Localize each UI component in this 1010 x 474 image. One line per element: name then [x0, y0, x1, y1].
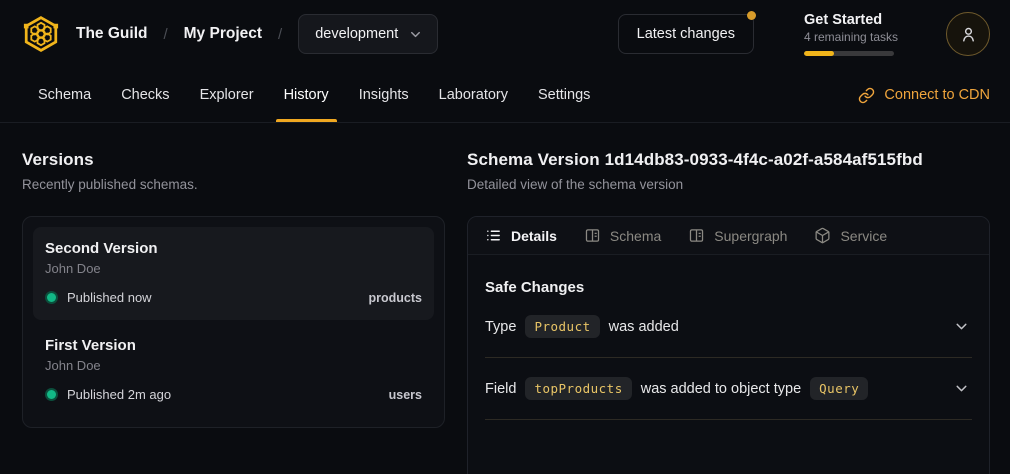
version-list-item[interactable]: Second Version John Doe Published now pr… [33, 227, 434, 320]
tab-details[interactable]: Details [485, 227, 557, 244]
notification-dot [747, 11, 756, 20]
versions-panel: Versions Recently published schemas. Sec… [22, 150, 445, 474]
version-name: First Version [45, 337, 422, 354]
tab-explorer[interactable]: Explorer [185, 68, 269, 122]
breadcrumb-separator: / [278, 26, 282, 43]
list-icon [485, 227, 502, 244]
person-icon [959, 25, 978, 44]
code-chip: Product [525, 315, 599, 338]
change-text: Type [485, 319, 516, 335]
change-row-field-added[interactable]: Field topProducts was added to object ty… [485, 358, 972, 420]
versions-subtitle: Recently published schemas. [22, 177, 445, 192]
version-author: John Doe [45, 261, 422, 276]
link-icon [858, 87, 875, 104]
safe-changes-heading: Safe Changes [485, 279, 972, 296]
get-started-subtitle: 4 remaining tasks [804, 30, 896, 44]
get-started-progress-bar [804, 51, 894, 56]
main-nav: Schema Checks Explorer History Insights … [0, 68, 1010, 123]
tab-insights[interactable]: Insights [344, 68, 424, 122]
version-author: John Doe [45, 358, 422, 373]
service-tag: users [389, 388, 422, 402]
cube-icon [814, 227, 831, 244]
tab-schema[interactable]: Schema [23, 68, 106, 122]
progress-fill [804, 51, 834, 56]
environment-selector[interactable]: development [298, 14, 438, 54]
chevron-down-icon [953, 380, 970, 397]
tab-schema-label: Schema [610, 228, 661, 244]
schema-version-panel: Schema Version 1d14db83-0933-4f4c-a02f-a… [467, 150, 990, 474]
tab-schema-view[interactable]: Schema [584, 227, 661, 244]
latest-changes-button[interactable]: Latest changes [618, 14, 754, 54]
tab-service[interactable]: Service [814, 227, 887, 244]
project-name[interactable]: My Project [184, 25, 262, 43]
version-name: Second Version [45, 240, 422, 257]
breadcrumb-separator: / [163, 26, 167, 43]
tab-laboratory[interactable]: Laboratory [424, 68, 523, 122]
tab-supergraph[interactable]: Supergraph [688, 227, 787, 244]
service-tag: products [369, 291, 422, 305]
detail-body: Safe Changes Type Product was added Fiel… [468, 255, 989, 420]
versions-list: Second Version John Doe Published now pr… [22, 216, 445, 428]
tab-supergraph-label: Supergraph [714, 228, 787, 244]
guild-logo-icon[interactable] [22, 15, 60, 53]
code-chip: topProducts [525, 377, 631, 400]
columns-icon [584, 227, 601, 244]
version-status-row: Published now products [45, 290, 422, 305]
connect-to-cdn-link[interactable]: Connect to CDN [858, 68, 990, 122]
change-text: was added to object type [641, 381, 801, 397]
columns-icon [688, 227, 705, 244]
published-status-dot [47, 390, 56, 399]
change-text: was added [609, 319, 679, 335]
user-avatar-button[interactable] [946, 12, 990, 56]
top-bar-right: Latest changes Get Started 4 remaining t… [618, 12, 990, 56]
tab-settings[interactable]: Settings [523, 68, 605, 122]
version-list-item[interactable]: First Version John Doe Published 2m ago … [33, 324, 434, 417]
tab-history[interactable]: History [269, 68, 344, 122]
breadcrumb: The Guild / My Project / development [22, 14, 438, 54]
top-bar: The Guild / My Project / development Lat… [0, 0, 1010, 68]
environment-label: development [315, 26, 398, 42]
tab-checks[interactable]: Checks [106, 68, 184, 122]
published-label: Published now [67, 290, 152, 305]
get-started-title: Get Started [804, 12, 896, 28]
get-started-widget[interactable]: Get Started 4 remaining tasks [804, 12, 896, 56]
tab-details-label: Details [511, 228, 557, 244]
connect-to-cdn-label: Connect to CDN [884, 87, 990, 103]
latest-changes-label: Latest changes [637, 26, 735, 42]
versions-title: Versions [22, 150, 445, 170]
detail-tab-bar: Details Schema [468, 217, 989, 255]
code-chip: Query [810, 377, 868, 400]
schema-version-card: Details Schema [467, 216, 990, 474]
main-content: Versions Recently published schemas. Sec… [0, 123, 1010, 474]
org-name[interactable]: The Guild [76, 25, 147, 43]
schema-version-title: Schema Version 1d14db83-0933-4f4c-a02f-a… [467, 150, 990, 170]
published-status-dot [47, 293, 56, 302]
published-label: Published 2m ago [67, 387, 171, 402]
version-status-row: Published 2m ago users [45, 387, 422, 402]
change-row-type-added[interactable]: Type Product was added [485, 296, 972, 358]
chevron-down-icon [408, 27, 423, 42]
schema-version-subtitle: Detailed view of the schema version [467, 177, 990, 192]
tab-service-label: Service [840, 228, 887, 244]
change-text: Field [485, 381, 516, 397]
chevron-down-icon [953, 318, 970, 335]
